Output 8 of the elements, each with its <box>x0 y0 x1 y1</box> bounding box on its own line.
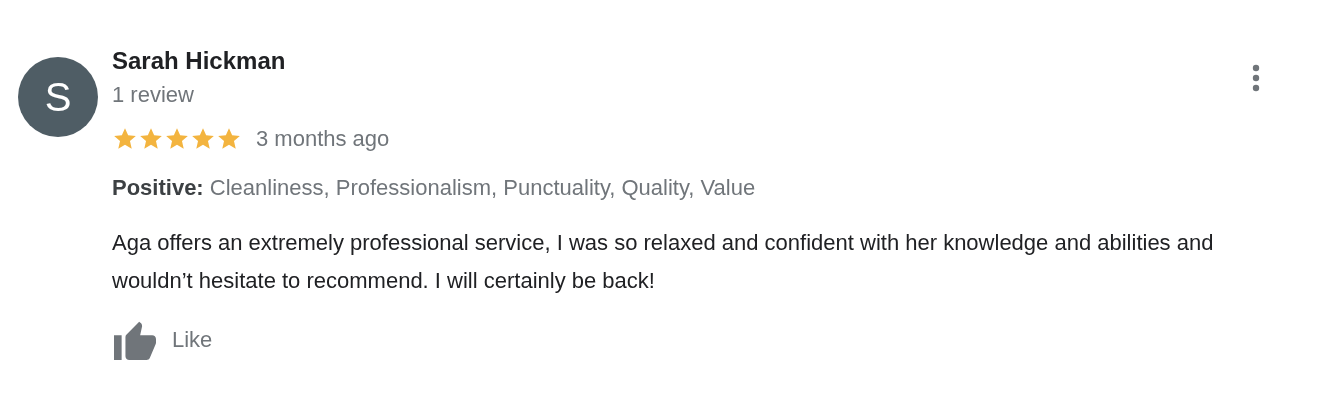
review-time: 3 months ago <box>256 125 390 153</box>
attributes-text: Positive: Cleanliness, Professionalism, Punctuality, Quality, Value <box>112 174 757 202</box>
review-count: 1 review <box>112 81 195 109</box>
more-icon <box>1252 64 1260 92</box>
avatar: S <box>18 57 98 137</box>
review-text: Aga offers an extremely professional service, I was so relaxed and confident with her knowledge and abilities and wouldn’t hesitate to recommend. I will certainly be back! <box>112 229 1215 295</box>
like-button[interactable]: Like <box>112 318 213 360</box>
reviewer-name[interactable]: Sarah Hickman <box>112 44 286 78</box>
